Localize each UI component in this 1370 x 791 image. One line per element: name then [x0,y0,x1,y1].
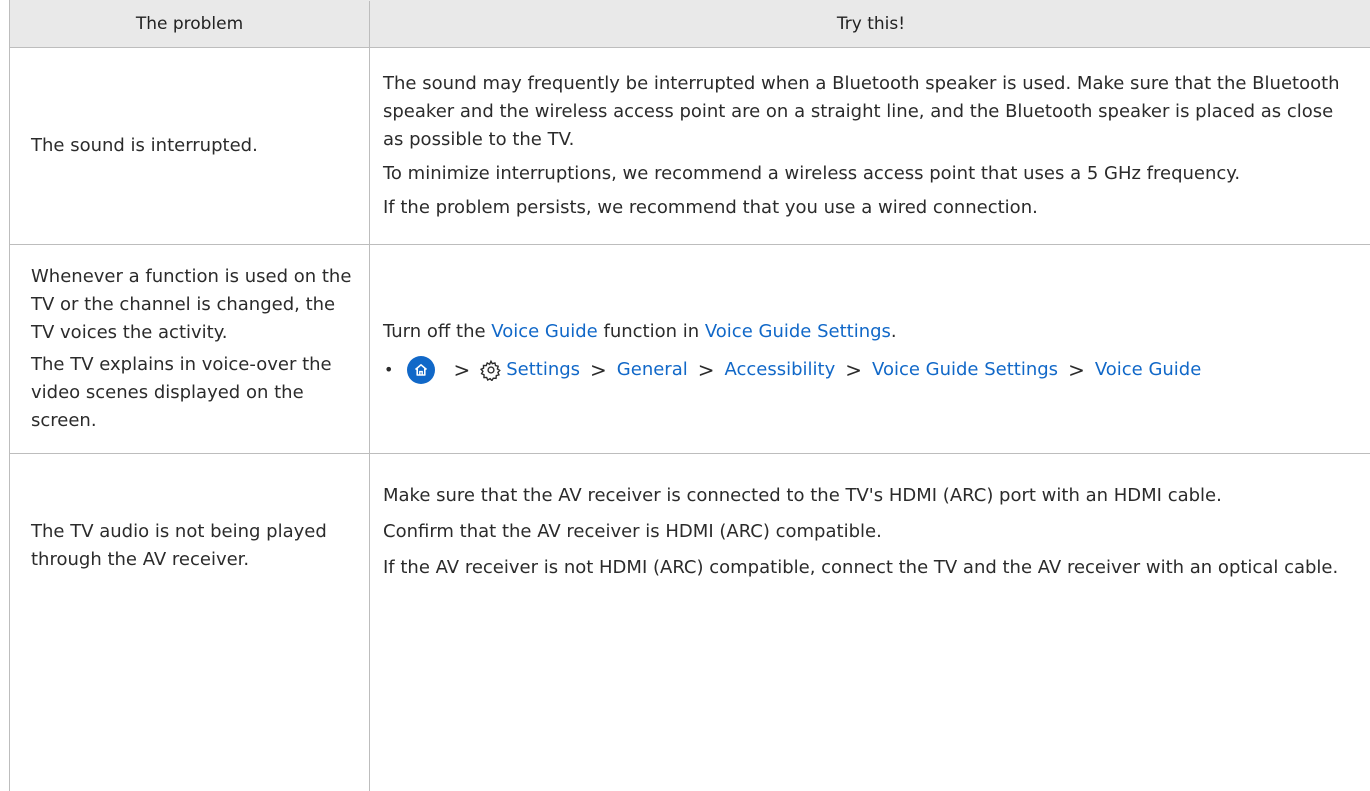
solution-cell: Turn off the Voice Guide function in Voi… [370,245,1370,453]
problem-cell: The sound is interrupted. [10,48,370,244]
table-row: The TV audio is not being played through… [10,454,1370,791]
header-problem: The problem [10,1,370,47]
problem-text: The TV explains in voice-over the video … [31,354,332,431]
path-voice-guide-settings[interactable]: Voice Guide Settings [872,356,1058,384]
table-row: The sound is interrupted. The sound may … [10,48,1370,245]
solution-prefix: Turn off the [383,321,492,342]
solution-text: Confirm that the AV receiver is HDMI (AR… [383,521,882,542]
chevron-right-icon: > [590,358,607,382]
solution-text: Turn off the Voice Guide function in Voi… [383,318,1359,346]
chevron-right-icon: > [697,358,715,382]
voice-guide-link[interactable]: Voice Guide [491,321,597,342]
home-icon[interactable] [407,356,436,384]
chevron-right-icon: > [453,358,471,382]
solution-text: The sound may frequently be interrupted … [383,73,1340,150]
gear-icon [480,359,502,381]
problem-text: Whenever a function is used on the TV or… [31,266,352,343]
path-accessibility[interactable]: Accessibility [725,356,836,384]
table-header: The problem Try this! [10,0,1370,48]
problem-cell: The TV audio is not being played through… [10,454,370,791]
menu-path: • > Settings > General > Accessibility >… [383,356,1359,384]
solution-text: To minimize interruptions, we recommend … [383,163,1241,184]
solution-text: If the AV receiver is not HDMI (ARC) com… [383,557,1339,578]
solution-text: Make sure that the AV receiver is connec… [383,485,1222,506]
solution-cell: The sound may frequently be interrupted … [370,48,1370,244]
problem-text: The sound is interrupted. [31,135,258,156]
header-solution: Try this! [836,14,906,34]
chevron-right-icon: > [1068,358,1085,382]
path-general[interactable]: General [617,356,688,384]
chevron-right-icon: > [845,358,863,382]
problem-cell: Whenever a function is used on the TV or… [10,245,370,453]
table-row: Whenever a function is used on the TV or… [10,245,1370,454]
bullet: • [384,360,394,379]
solution-cell: Make sure that the AV receiver is connec… [370,454,1370,791]
solution-suffix: . [890,321,897,342]
path-settings[interactable]: Settings [506,356,580,384]
troubleshooting-table: The problem Try this! The sound is inter… [9,0,1370,791]
solution-text: If the problem persists, we recommend th… [383,197,1038,218]
path-voice-guide[interactable]: Voice Guide [1095,356,1201,384]
solution-mid: function in [597,321,705,342]
voice-guide-settings-link[interactable]: Voice Guide Settings [705,321,891,342]
problem-text: The TV audio is not being played through… [31,521,327,570]
